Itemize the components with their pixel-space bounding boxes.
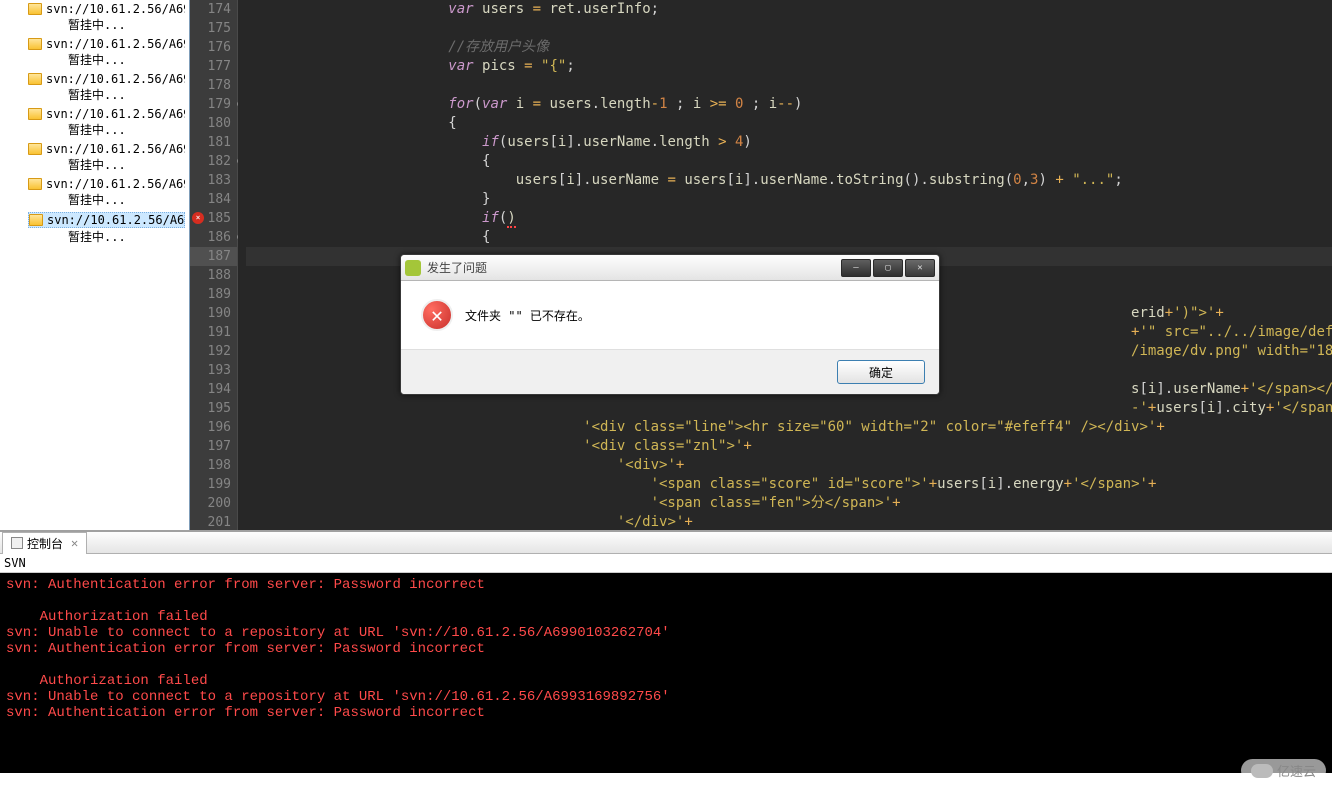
repo-url: svn://10.61.2.56/A6998 [46, 107, 185, 121]
maximize-button[interactable]: ▢ [873, 259, 903, 277]
code-line[interactable]: { [246, 114, 1332, 133]
svn-repo-item[interactable]: svn://10.61.2.56/A6998暂挂中... [0, 70, 189, 105]
line-number[interactable]: 199 [190, 475, 237, 494]
code-line[interactable]: if(users[i].userName.length > 4) [246, 133, 1332, 152]
line-number[interactable]: 185× [190, 209, 237, 228]
repo-status: 暂挂中... [28, 16, 185, 33]
code-line[interactable]: '<div>'+ [246, 456, 1332, 475]
line-number[interactable]: 179 [190, 95, 237, 114]
line-number[interactable]: 187 [190, 247, 237, 266]
line-number[interactable]: 197 [190, 437, 237, 456]
code-line[interactable]: if() [246, 209, 1332, 228]
close-button[interactable]: ✕ [905, 259, 935, 277]
line-number[interactable]: 190 [190, 304, 237, 323]
line-number[interactable]: 182 [190, 152, 237, 171]
repo-url: svn://10.61.2.56/A6999 [47, 213, 185, 227]
code-line[interactable]: '</div>'+ [246, 513, 1332, 530]
line-number[interactable]: 178 [190, 76, 237, 95]
code-line[interactable]: { [246, 152, 1332, 171]
console-panel: 控制台 ✕ SVN svn: Authentication error from… [0, 530, 1332, 786]
line-number[interactable]: 184 [190, 190, 237, 209]
svn-repo-item[interactable]: svn://10.61.2.56/A6998暂挂中... [0, 105, 189, 140]
dialog-message: 文件夹 "" 已不存在。 [465, 307, 590, 324]
error-dialog: 发生了问题 — ▢ ✕ ✕ 文件夹 "" 已不存在。 确定 [400, 254, 940, 395]
project-explorer: svn://10.61.2.56/A6998暂挂中...svn://10.61.… [0, 0, 190, 530]
line-number[interactable]: 180 [190, 114, 237, 133]
code-line[interactable]: '<span class="score" id="score">'+users[… [246, 475, 1332, 494]
watermark-text: 亿速云 [1277, 761, 1316, 780]
line-number[interactable]: 192 [190, 342, 237, 361]
line-number[interactable]: 194 [190, 380, 237, 399]
dialog-title-text: 发生了问题 [427, 259, 487, 276]
line-number[interactable]: 186 [190, 228, 237, 247]
code-line[interactable]: { [246, 228, 1332, 247]
line-number[interactable]: 196 [190, 418, 237, 437]
code-line[interactable]: '<div class="line"><hr size="60" width="… [246, 418, 1332, 437]
android-icon [405, 260, 421, 276]
repo-status: 暂挂中... [28, 86, 185, 103]
repo-url: svn://10.61.2.56/A6998 [46, 72, 185, 86]
console-header: SVN [0, 554, 1332, 573]
svn-repo-item[interactable]: svn://10.61.2.56/A6999×暂挂中... [0, 175, 189, 210]
cloud-icon [1251, 764, 1273, 778]
repo-url: svn://10.61.2.56/A6999 [46, 177, 185, 191]
code-line[interactable]: for(var i = users.length-1 ; i >= 0 ; i-… [246, 95, 1332, 114]
svn-repo-item[interactable]: svn://10.61.2.56/A6999暂挂中... [0, 210, 189, 247]
line-number[interactable]: 198 [190, 456, 237, 475]
code-line[interactable]: var pics = "{"; [246, 57, 1332, 76]
watermark: 亿速云 [1241, 759, 1326, 782]
svn-repo-item[interactable]: svn://10.61.2.56/A6999暂挂中... [0, 140, 189, 175]
repo-url: svn://10.61.2.56/A6998 [46, 2, 185, 16]
code-line[interactable]: users[i].userName = users[i].userName.to… [246, 171, 1332, 190]
console-tabs: 控制台 ✕ [0, 532, 1332, 554]
line-number[interactable]: 200 [190, 494, 237, 513]
line-number[interactable]: 175 [190, 19, 237, 38]
folder-icon [28, 108, 42, 120]
line-number[interactable]: 176 [190, 38, 237, 57]
repo-status: 暂挂中... [28, 228, 185, 245]
code-line[interactable]: var users = ret.userInfo; [246, 0, 1332, 19]
repo-status: 暂挂中... [28, 191, 185, 208]
ok-button[interactable]: 确定 [837, 360, 925, 384]
line-number[interactable]: 183 [190, 171, 237, 190]
minimize-button[interactable]: — [841, 259, 871, 277]
line-number[interactable]: 191 [190, 323, 237, 342]
folder-icon [28, 143, 42, 155]
close-tab-icon[interactable]: ✕ [71, 536, 78, 550]
error-icon: ✕ [421, 299, 453, 331]
code-line[interactable]: -'+users[i].city+'</span></div>'+ [246, 399, 1332, 418]
folder-icon [28, 73, 42, 85]
console-icon [11, 537, 23, 549]
error-marker-icon[interactable]: × [192, 212, 204, 224]
code-line[interactable] [246, 19, 1332, 38]
line-number[interactable]: 174 [190, 0, 237, 19]
repo-status: 暂挂中... [28, 51, 185, 68]
repo-status: 暂挂中... [28, 156, 185, 173]
code-line[interactable]: '<div class="znl">'+ [246, 437, 1332, 456]
line-number[interactable]: 195 [190, 399, 237, 418]
editor-gutter: 174175176177178179180181182183184185×186… [190, 0, 238, 530]
console-output[interactable]: svn: Authentication error from server: P… [0, 573, 1332, 773]
line-number[interactable]: 193 [190, 361, 237, 380]
code-line[interactable]: } [246, 190, 1332, 209]
folder-icon [28, 178, 42, 190]
svn-repo-item[interactable]: svn://10.61.2.56/A6998暂挂中... [0, 0, 189, 35]
folder-icon [28, 3, 42, 15]
console-tab[interactable]: 控制台 ✕ [2, 532, 87, 554]
dialog-titlebar[interactable]: 发生了问题 — ▢ ✕ [401, 255, 939, 281]
code-line[interactable]: '<span class="fen">分</span>'+ [246, 494, 1332, 513]
repo-url: svn://10.61.2.56/A6998 [46, 37, 185, 51]
repo-status: 暂挂中... [28, 121, 185, 138]
repo-url: svn://10.61.2.56/A6999 [46, 142, 185, 156]
line-number[interactable]: 189 [190, 285, 237, 304]
line-number[interactable]: 181 [190, 133, 237, 152]
line-number[interactable]: 188 [190, 266, 237, 285]
console-tab-label: 控制台 [27, 535, 63, 552]
line-number[interactable]: 177 [190, 57, 237, 76]
code-line[interactable]: //存放用户头像 [246, 38, 1332, 57]
code-line[interactable] [246, 76, 1332, 95]
folder-icon [28, 38, 42, 50]
svn-repo-item[interactable]: svn://10.61.2.56/A6998暂挂中... [0, 35, 189, 70]
folder-icon [29, 214, 43, 226]
